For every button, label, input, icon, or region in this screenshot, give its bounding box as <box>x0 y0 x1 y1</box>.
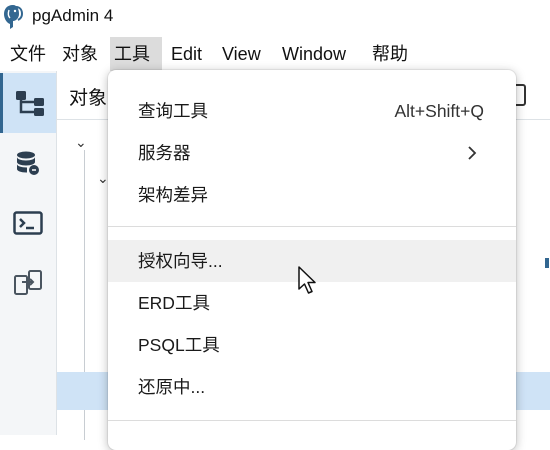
left-toolbar <box>0 71 57 435</box>
tools-menu-dropdown: 查询工具 Alt+Shift+Q 服务器 架构差异 授权向导... ERD工具 … <box>108 70 516 450</box>
chevron-right-icon <box>468 146 477 160</box>
schema-diff-button[interactable] <box>0 253 56 313</box>
menu-separator <box>108 226 516 227</box>
psql-tool-button[interactable] <box>0 193 56 253</box>
menu-item-label: ERD工具 <box>138 293 210 313</box>
expand-chevron-icon[interactable]: ⌄ <box>97 170 109 187</box>
menu-item-label: 架构差异 <box>138 185 208 205</box>
menu-item-label: 服务器 <box>138 143 191 163</box>
menu-item-label: PSQL工具 <box>138 335 220 355</box>
expand-chevron-icon[interactable]: ⌄ <box>75 134 87 151</box>
pgadmin-elephant-icon <box>4 5 24 29</box>
menu-edit[interactable]: Edit <box>167 37 206 71</box>
menu-item-restore[interactable]: 还原中... <box>108 366 516 408</box>
app-title: pgAdmin 4 <box>32 6 114 25</box>
menu-bar: 文件 对象 工具 Edit View Window 帮助 <box>0 37 550 71</box>
menu-item-psql-tool[interactable]: PSQL工具 <box>108 324 516 366</box>
mouse-pointer-icon <box>298 266 316 294</box>
menu-file[interactable]: 文件 <box>6 37 50 71</box>
menu-item-schema-diff[interactable]: 架构差异 <box>108 174 516 216</box>
menu-item-query-tool[interactable]: 查询工具 Alt+Shift+Q <box>108 90 516 132</box>
tree-hierarchy-icon <box>15 91 44 116</box>
title-bar: pgAdmin 4 <box>0 0 550 36</box>
dashboard-button[interactable] <box>0 133 56 193</box>
tree-marker <box>545 258 549 268</box>
menu-view[interactable]: View <box>218 37 265 71</box>
shortcut-label: Alt+Shift+Q <box>394 101 485 121</box>
menu-help[interactable]: 帮助 <box>368 37 412 71</box>
object-explorer-button[interactable] <box>0 73 56 133</box>
menu-window[interactable]: Window <box>278 37 350 71</box>
menu-item-label: 还原中... <box>138 377 206 397</box>
menu-object[interactable]: 对象 <box>58 37 102 71</box>
terminal-icon <box>13 211 43 235</box>
menu-item-label: 查询工具 <box>138 101 208 121</box>
menu-separator <box>108 420 516 421</box>
menu-tools[interactable]: 工具 <box>110 37 162 71</box>
database-icon <box>17 151 39 175</box>
menu-item-server[interactable]: 服务器 <box>108 132 516 174</box>
menu-item-label: 授权向导... <box>138 251 223 271</box>
compare-icon <box>14 270 42 295</box>
panel-title: 对象 <box>69 88 108 109</box>
